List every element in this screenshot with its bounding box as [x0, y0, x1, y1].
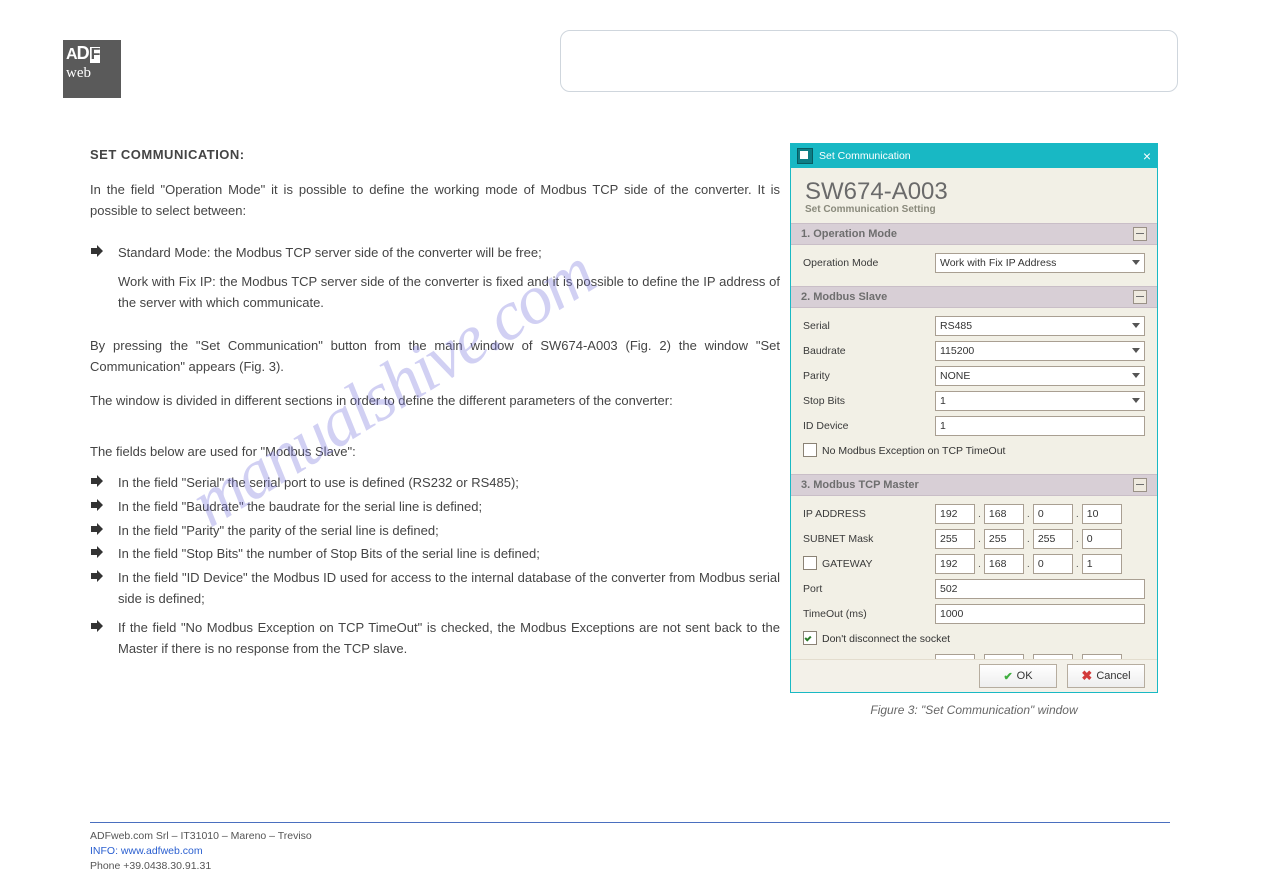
bullet-icon — [90, 546, 104, 560]
list-item: In the field "Parity" the parity of the … — [90, 521, 780, 542]
cancel-button[interactable]: ✖Cancel — [1067, 664, 1145, 688]
subnet-label: SUBNET Mask — [803, 533, 935, 545]
stopbits-label: Stop Bits — [803, 395, 935, 407]
chevron-down-icon — [1132, 260, 1140, 265]
list-item: In the field "Stop Bits" the number of S… — [90, 544, 780, 565]
stopbits-select[interactable]: 1 — [935, 391, 1145, 411]
serial-select[interactable]: RS485 — [935, 316, 1145, 336]
section-heading: SET COMMUNICATION: — [90, 145, 780, 166]
collapse-icon[interactable] — [1133, 227, 1147, 241]
bullet-icon — [90, 620, 104, 634]
collapse-icon[interactable] — [1133, 478, 1147, 492]
no-exception-label: No Modbus Exception on TCP TimeOut — [822, 445, 1005, 457]
timeout-label: TimeOut (ms) — [803, 608, 935, 620]
operation-mode-label: Operation Mode — [803, 257, 935, 269]
list-item: In the field "ID Device" the Modbus ID u… — [90, 568, 780, 610]
dialog-heading: SW674-A003 — [805, 178, 1143, 206]
gateway-input[interactable]: 192. 168. 0. 1 — [935, 554, 1145, 574]
ip-address-input[interactable]: 192. 168. 0. 10 — [935, 504, 1145, 524]
chevron-down-icon — [1132, 398, 1140, 403]
bullet-icon — [90, 570, 104, 584]
subnet-input[interactable]: 255. 255. 255. 0 — [935, 529, 1145, 549]
list-item: In the field "Serial" the serial port to… — [90, 473, 780, 494]
operation-mode-select[interactable]: Work with Fix IP Address — [935, 253, 1145, 273]
baudrate-label: Baudrate — [803, 345, 935, 357]
close-icon: ✖ — [1081, 668, 1092, 684]
app-icon — [797, 148, 813, 164]
dialog-footer: ✔OK ✖Cancel — [791, 659, 1157, 692]
bullet-icon — [90, 499, 104, 513]
timeout-input[interactable]: 1000 — [935, 604, 1145, 624]
parity-label: Parity — [803, 370, 935, 382]
ok-button[interactable]: ✔OK — [979, 664, 1057, 688]
paragraph: By pressing the "Set Communication" butt… — [90, 336, 780, 378]
iddevice-label: ID Device — [803, 420, 935, 432]
set-communication-dialog: Set Communication × SW674-A003 Set Commu… — [790, 143, 1158, 693]
gateway-checkbox[interactable] — [803, 556, 817, 570]
list-item: In the field "Baudrate" the baudrate for… — [90, 497, 780, 518]
section-bar-modbus-slave[interactable]: 2. Modbus Slave — [791, 286, 1157, 308]
list-item: If the field "No Modbus Exception on TCP… — [90, 618, 780, 660]
figure-caption: Figure 3: "Set Communication" window — [790, 703, 1158, 717]
dialog-header: SW674-A003 Set Communication Setting — [791, 168, 1157, 223]
page-footer: ADFweb.com Srl – IT31010 – Mareno – Trev… — [90, 822, 1170, 875]
parity-select[interactable]: NONE — [935, 366, 1145, 386]
iddevice-input[interactable]: 1 — [935, 416, 1145, 436]
section-bar-modbus-tcp-master[interactable]: 3. Modbus TCP Master — [791, 474, 1157, 496]
bullet-icon — [90, 274, 104, 288]
close-icon[interactable]: × — [1143, 148, 1151, 164]
gateway-label: GATEWAY — [822, 558, 873, 570]
dialog-subheading: Set Communication Setting — [805, 204, 1143, 215]
chevron-down-icon — [1132, 323, 1140, 328]
bullet-icon — [90, 523, 104, 537]
bullet-icon — [90, 245, 104, 259]
dont-disconnect-checkbox[interactable] — [803, 631, 817, 645]
brand-logo: ADF web — [63, 40, 121, 98]
serial-label: Serial — [803, 320, 935, 332]
chevron-down-icon — [1132, 348, 1140, 353]
section-bar-operation-mode[interactable]: 1. Operation Mode — [791, 223, 1157, 245]
subsection-intro: The fields below are used for "Modbus Sl… — [90, 442, 780, 463]
bullet-icon — [90, 475, 104, 489]
port-input[interactable]: 502 — [935, 579, 1145, 599]
paragraph: The window is divided in different secti… — [90, 391, 780, 412]
port-label: Port — [803, 583, 935, 595]
dialog-title: Set Communication — [819, 150, 911, 162]
header-box — [560, 30, 1178, 92]
document-body: SET COMMUNICATION: In the field "Operati… — [90, 145, 780, 667]
ip-label: IP ADDRESS — [803, 508, 935, 520]
no-exception-checkbox[interactable] — [803, 443, 817, 457]
collapse-icon[interactable] — [1133, 290, 1147, 304]
intro-paragraph: In the field "Operation Mode" it is poss… — [90, 180, 780, 222]
list-item: Standard Mode: the Modbus TCP server sid… — [90, 243, 780, 264]
baudrate-select[interactable]: 115200 — [935, 341, 1145, 361]
footer-link-info[interactable]: INFO: www.adfweb.com — [90, 845, 203, 857]
list-item: Work with Fix IP: the Modbus TCP server … — [90, 272, 780, 314]
check-icon: ✔ — [1003, 670, 1012, 683]
dont-disconnect-label: Don't disconnect the socket — [822, 633, 950, 645]
dialog-titlebar[interactable]: Set Communication × — [791, 144, 1157, 168]
chevron-down-icon — [1132, 373, 1140, 378]
